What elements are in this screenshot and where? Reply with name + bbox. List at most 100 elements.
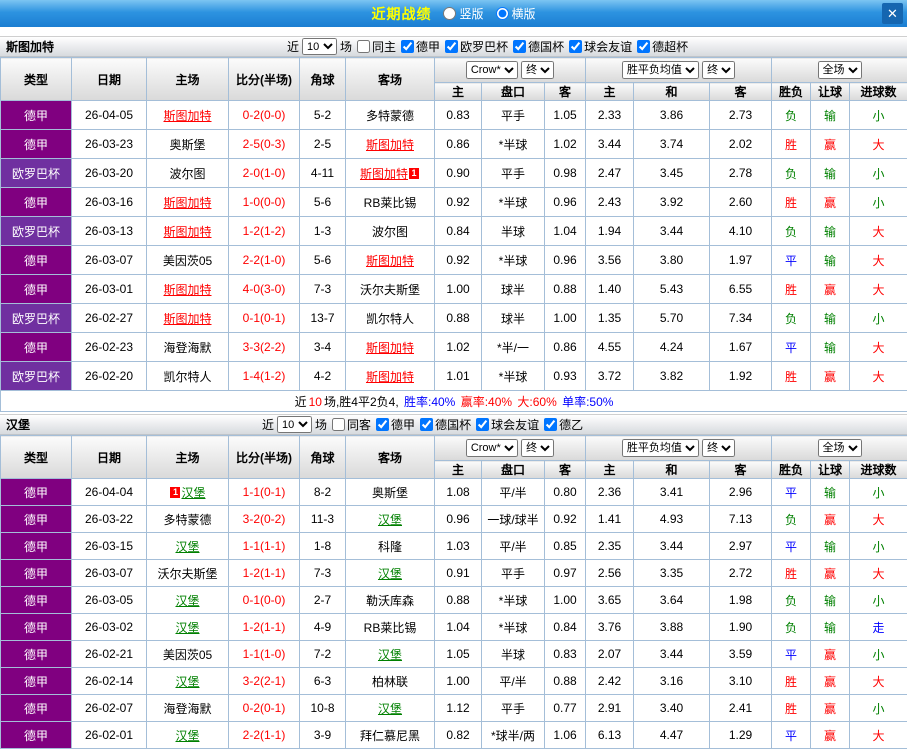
result-goals: 大 (850, 506, 907, 533)
match-date: 26-03-20 (72, 159, 147, 188)
filter-checkbox[interactable] (357, 40, 370, 53)
mean-away-odds: 2.41 (710, 695, 772, 722)
home-team-cell: 汉堡 (147, 533, 229, 560)
home-team-link[interactable]: 美因茨05 (163, 254, 212, 268)
filter-checkbox-item-2[interactable]: 德国杯 (420, 416, 471, 433)
filter-checkbox[interactable] (544, 418, 557, 431)
match-row: 德甲26-03-15汉堡1-1(1-1)1-8科隆1.03平/半0.852.35… (1, 533, 907, 560)
home-team-cell: 汉堡 (147, 614, 229, 641)
vertical-layout-radio[interactable] (443, 7, 456, 20)
match-count-select[interactable]: 10 (302, 38, 337, 55)
home-team-link[interactable]: 斯图加特 (163, 312, 211, 326)
home-team-link[interactable]: 汉堡 (175, 675, 199, 689)
home-team-link[interactable]: 斯图加特 (163, 196, 211, 210)
away-team-link[interactable]: 科隆 (378, 540, 402, 554)
away-team-link[interactable]: RB莱比锡 (364, 621, 417, 635)
home-team-link[interactable]: 美因茨05 (163, 648, 212, 662)
home-team-cell: 波尔图 (147, 159, 229, 188)
filter-checkbox[interactable] (376, 418, 389, 431)
home-team-link[interactable]: 波尔图 (169, 167, 205, 181)
home-team-link[interactable]: 汉堡 (181, 486, 205, 500)
home-team-link[interactable]: 沃尔夫斯堡 (157, 567, 217, 581)
filter-prefix: 近 (287, 38, 299, 55)
away-team-link[interactable]: 汉堡 (378, 648, 402, 662)
filter-checkbox-item-4[interactable]: 德乙 (544, 416, 583, 433)
home-team-cell: 汉堡 (147, 587, 229, 614)
odds-company-select[interactable]: Crow* (466, 439, 518, 457)
away-team-link[interactable]: 波尔图 (372, 225, 408, 239)
home-team-link[interactable]: 汉堡 (175, 621, 199, 635)
mean-odds-select[interactable]: 胜平负均值 (622, 61, 699, 79)
filter-checkbox-item-1[interactable]: 德甲 (376, 416, 415, 433)
home-team-link[interactable]: 汉堡 (175, 729, 199, 743)
filter-checkbox[interactable] (513, 40, 526, 53)
away-team-link[interactable]: 斯图加特 (360, 167, 408, 181)
filter-checkbox[interactable] (476, 418, 489, 431)
odds-company-select[interactable]: Crow* (466, 61, 518, 79)
away-team-link[interactable]: 柏林联 (372, 675, 408, 689)
home-team-link[interactable]: 斯图加特 (163, 109, 211, 123)
home-team-link[interactable]: 凯尔特人 (163, 370, 211, 384)
mean-home-odds: 2.35 (586, 533, 634, 560)
filter-checkbox[interactable] (332, 418, 345, 431)
odds-final-select[interactable]: 终 (521, 61, 554, 79)
mean-odds-select[interactable]: 胜平负均值 (622, 439, 699, 457)
away-team-link[interactable]: 凯尔特人 (366, 312, 414, 326)
filter-checkbox[interactable] (637, 40, 650, 53)
filter-checkbox-item-3[interactable]: 德国杯 (513, 38, 564, 55)
mean-away-odds: 1.98 (710, 587, 772, 614)
home-team-link[interactable]: 斯图加特 (163, 283, 211, 297)
away-team-link[interactable]: 斯图加特 (366, 370, 414, 384)
league-type-cell: 德甲 (1, 246, 72, 275)
away-team-link[interactable]: 斯图加特 (366, 341, 414, 355)
view-option-horizontal[interactable]: 横版 (496, 5, 536, 22)
filter-checkbox-item-4[interactable]: 球会友谊 (569, 38, 632, 55)
match-row: 德甲26-02-01汉堡2-2(1-1)3-9拜仁慕尼黑0.82*球半/两1.0… (1, 722, 907, 749)
away-team-link[interactable]: 沃尔夫斯堡 (360, 283, 420, 297)
away-team-link[interactable]: RB莱比锡 (364, 196, 417, 210)
away-team-link[interactable]: 汉堡 (378, 513, 402, 527)
filter-suffix: 场 (315, 416, 327, 433)
mean-final-select[interactable]: 终 (702, 439, 735, 457)
filter-checkbox[interactable] (401, 40, 414, 53)
away-team-link[interactable]: 拜仁慕尼黑 (360, 729, 420, 743)
match-date: 26-04-05 (72, 101, 147, 130)
result-handicap: 赢 (811, 362, 850, 391)
corner-score: 10-8 (300, 695, 346, 722)
col-home: 主场 (147, 58, 229, 101)
away-team-link[interactable]: 汉堡 (378, 567, 402, 581)
away-team-link[interactable]: 汉堡 (378, 702, 402, 716)
home-team-link[interactable]: 汉堡 (175, 594, 199, 608)
close-icon[interactable]: ✕ (882, 3, 903, 24)
filter-checkbox[interactable] (420, 418, 433, 431)
away-team-link[interactable]: 多特蒙德 (366, 109, 414, 123)
horizontal-layout-radio[interactable] (496, 7, 509, 20)
match-date: 26-03-01 (72, 275, 147, 304)
filter-checkbox-item-2[interactable]: 欧罗巴杯 (445, 38, 508, 55)
filter-checkbox[interactable] (445, 40, 458, 53)
away-team-link[interactable]: 勒沃库森 (366, 594, 414, 608)
match-count-select[interactable]: 10 (277, 416, 312, 433)
view-option-vertical[interactable]: 竖版 (443, 5, 483, 22)
away-team-link[interactable]: 斯图加特 (366, 254, 414, 268)
home-team-link[interactable]: 斯图加特 (163, 225, 211, 239)
filter-checkbox-item-5[interactable]: 德超杯 (637, 38, 688, 55)
away-team-link[interactable]: 奥斯堡 (372, 486, 408, 500)
away-team-link[interactable]: 斯图加特 (366, 138, 414, 152)
filter-checkbox-item-1[interactable]: 德甲 (401, 38, 440, 55)
filter-checkbox[interactable] (569, 40, 582, 53)
mean-final-select[interactable]: 终 (702, 61, 735, 79)
scope-select[interactable]: 全场 (818, 439, 862, 457)
home-team-link[interactable]: 多特蒙德 (163, 513, 211, 527)
filter-checkbox-item-0[interactable]: 同主 (357, 38, 396, 55)
odds-final-select[interactable]: 终 (521, 439, 554, 457)
scope-select[interactable]: 全场 (818, 61, 862, 79)
mean-draw-odds: 5.70 (634, 304, 710, 333)
home-team-link[interactable]: 汉堡 (175, 540, 199, 554)
filter-checkbox-item-0[interactable]: 同客 (332, 416, 371, 433)
mean-away-odds: 6.55 (710, 275, 772, 304)
home-team-link[interactable]: 海登海默 (163, 702, 211, 716)
filter-checkbox-item-3[interactable]: 球会友谊 (476, 416, 539, 433)
home-team-link[interactable]: 奥斯堡 (169, 138, 205, 152)
home-team-link[interactable]: 海登海默 (163, 341, 211, 355)
